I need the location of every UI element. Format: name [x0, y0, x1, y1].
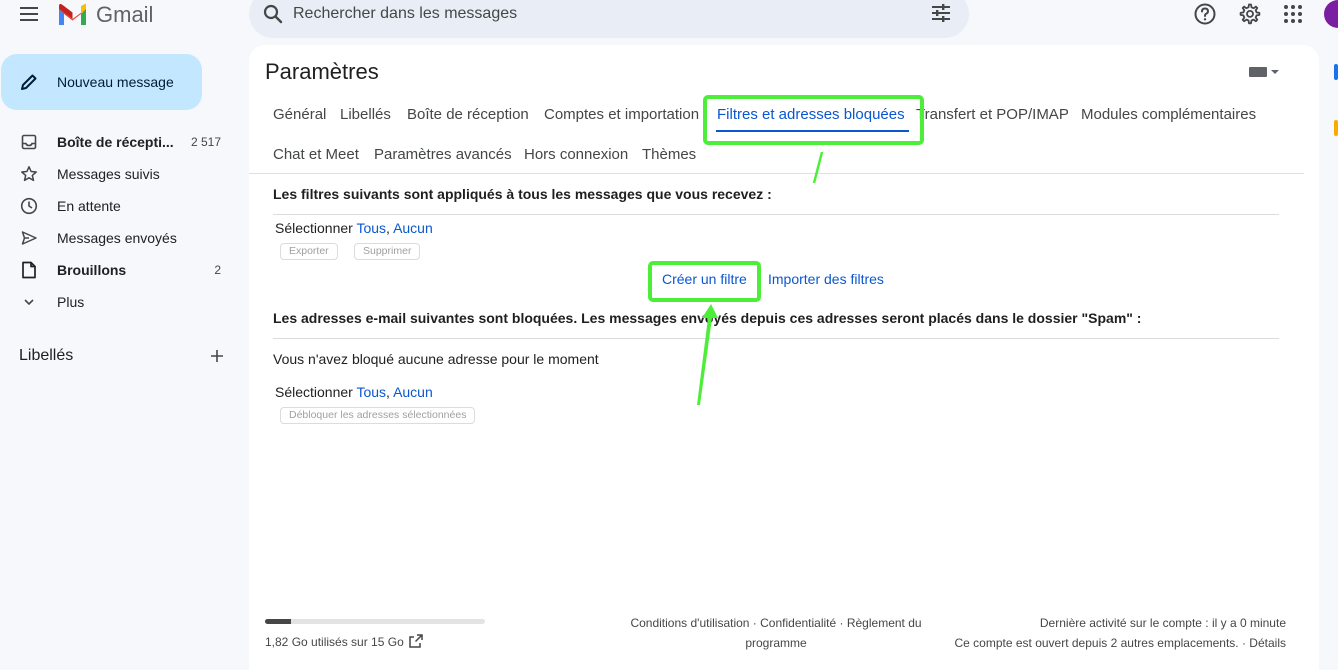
tab-advanced[interactable]: Paramètres avancés [374, 146, 512, 163]
page-title: Paramètres [265, 59, 379, 84]
sidebar-item-snoozed[interactable]: En attente [0, 190, 240, 222]
sidebar-item-starred[interactable]: Messages suivis [0, 158, 240, 190]
settings-gear-icon[interactable] [1237, 2, 1261, 26]
labels-header: Libellés [19, 345, 224, 367]
tab-labels[interactable]: Libellés [340, 106, 391, 123]
select-label: Sélectionner [275, 384, 353, 400]
input-tools-button[interactable] [1249, 65, 1283, 79]
sidebar-item-inbox[interactable]: Boîte de récepti... 2 517 [0, 126, 240, 158]
menu-icon-line [20, 13, 38, 15]
star-icon [20, 165, 38, 183]
draft-count: 2 [214, 263, 221, 277]
terms-links[interactable]: Conditions d'utilisation · Confidentiali… [619, 613, 933, 633]
apps-grid-icon[interactable] [1281, 2, 1305, 26]
side-panel-indicator [1334, 64, 1338, 80]
filters-select-row: Sélectionner Tous, Aucun [275, 220, 433, 236]
inbox-icon [20, 133, 38, 151]
sidebar-item-label: Plus [57, 294, 85, 310]
last-activity-text: Dernière activité sur le compte : il y a… [1039, 616, 1286, 630]
tab-chat-meet[interactable]: Chat et Meet [273, 146, 359, 163]
tabs-divider [249, 173, 1304, 174]
active-tab-indicator [716, 130, 909, 132]
menu-icon-line [20, 7, 38, 9]
sidebar-item-sent[interactable]: Messages envoyés [0, 222, 240, 254]
side-panel-indicator [1334, 120, 1338, 136]
search-input[interactable] [293, 0, 913, 28]
sidebar-item-label: En attente [57, 198, 121, 214]
plus-icon [211, 350, 223, 362]
menu-icon-line [20, 19, 38, 21]
app-name: Gmail [96, 2, 154, 27]
sidebar-item-label: Brouillons [57, 262, 127, 278]
clock-icon [20, 197, 38, 215]
import-filters-link[interactable]: Importer des filtres [768, 271, 884, 287]
tab-filters[interactable]: Filtres et adresses bloquées [717, 106, 905, 123]
account-avatar[interactable] [1324, 0, 1338, 28]
tab-accounts[interactable]: Comptes et importation [544, 106, 699, 123]
filters-heading: Les filtres suivants sont appliqués à to… [273, 186, 772, 202]
compose-label: Nouveau message [57, 74, 174, 90]
caret-down-icon [1271, 70, 1279, 74]
footer-links: Conditions d'utilisation · Confidentiali… [619, 613, 933, 653]
storage-bar [265, 619, 485, 624]
settings-panel: Paramètres Général Libellés Boîte de réc… [249, 45, 1319, 670]
sidebar-item-label: Messages suivis [57, 166, 160, 182]
gmail-logo-icon [59, 3, 86, 25]
main-menu-button[interactable] [16, 3, 42, 25]
compose-button[interactable]: Nouveau message [1, 54, 202, 110]
tab-addons[interactable]: Modules complémentaires [1081, 106, 1256, 123]
tab-inbox[interactable]: Boîte de réception [407, 106, 529, 123]
section-divider [273, 214, 1279, 215]
select-all-link[interactable]: Tous [356, 220, 386, 236]
storage-bar-fill [265, 619, 292, 624]
details-link[interactable]: Ce compte est ouvert depuis 2 autres emp… [955, 633, 1287, 653]
create-filter-link[interactable]: Créer un filtre [662, 271, 747, 287]
select-none-link[interactable]: Aucun [393, 220, 433, 236]
external-link-icon[interactable] [408, 633, 424, 649]
comma-separator: , [386, 220, 394, 236]
delete-button[interactable]: Supprimer [354, 243, 421, 260]
help-icon[interactable] [1193, 2, 1217, 26]
tab-offline[interactable]: Hors connexion [524, 146, 628, 163]
tab-general[interactable]: Général [273, 106, 326, 123]
sidebar-item-more[interactable]: Plus [0, 286, 240, 318]
sidebar-nav: Boîte de récepti... 2 517 Messages suivi… [0, 126, 240, 318]
labels-title: Libellés [19, 347, 74, 364]
top-bar: Gmail [0, 0, 1338, 38]
account-activity: Dernière activité sur le compte : il y a… [955, 613, 1287, 653]
program-policies-link[interactable]: programme [619, 633, 933, 653]
tab-forwarding[interactable]: Transfert et POP/IMAP [916, 106, 1069, 123]
pencil-icon [21, 74, 37, 90]
gmail-logo[interactable]: Gmail [57, 2, 153, 28]
blocked-select-row: Sélectionner Tous, Aucun [275, 384, 433, 400]
select-all-link[interactable]: Tous [356, 384, 386, 400]
section-divider [273, 338, 1279, 339]
chevron-down-icon [20, 293, 38, 311]
comma-separator: , [386, 384, 394, 400]
sidebar-item-drafts[interactable]: Brouillons 2 [0, 254, 240, 286]
export-button[interactable]: Exporter [280, 243, 338, 260]
search-icon[interactable] [261, 2, 285, 26]
send-icon [20, 229, 38, 247]
keyboard-icon [1249, 67, 1267, 77]
storage-usage-text: 1,82 Go utilisés sur 15 Go [265, 635, 404, 649]
unread-count: 2 517 [190, 135, 221, 149]
sidebar-item-label: Boîte de récepti... [57, 134, 174, 150]
search-options-icon[interactable] [930, 2, 952, 24]
unblock-button[interactable]: Débloquer les adresses sélectionnées [280, 407, 476, 424]
add-label-button[interactable] [210, 345, 224, 367]
select-label: Sélectionner [275, 220, 353, 236]
no-blocked-text: Vous n'avez bloqué aucune adresse pour l… [273, 351, 599, 367]
select-none-link[interactable]: Aucun [393, 384, 433, 400]
draft-icon [20, 261, 38, 279]
tab-themes[interactable]: Thèmes [642, 146, 696, 163]
blocked-heading: Les adresses e-mail suivantes sont bloqu… [273, 310, 1142, 326]
search-bar [249, 0, 969, 38]
sidebar-item-label: Messages envoyés [57, 230, 177, 246]
